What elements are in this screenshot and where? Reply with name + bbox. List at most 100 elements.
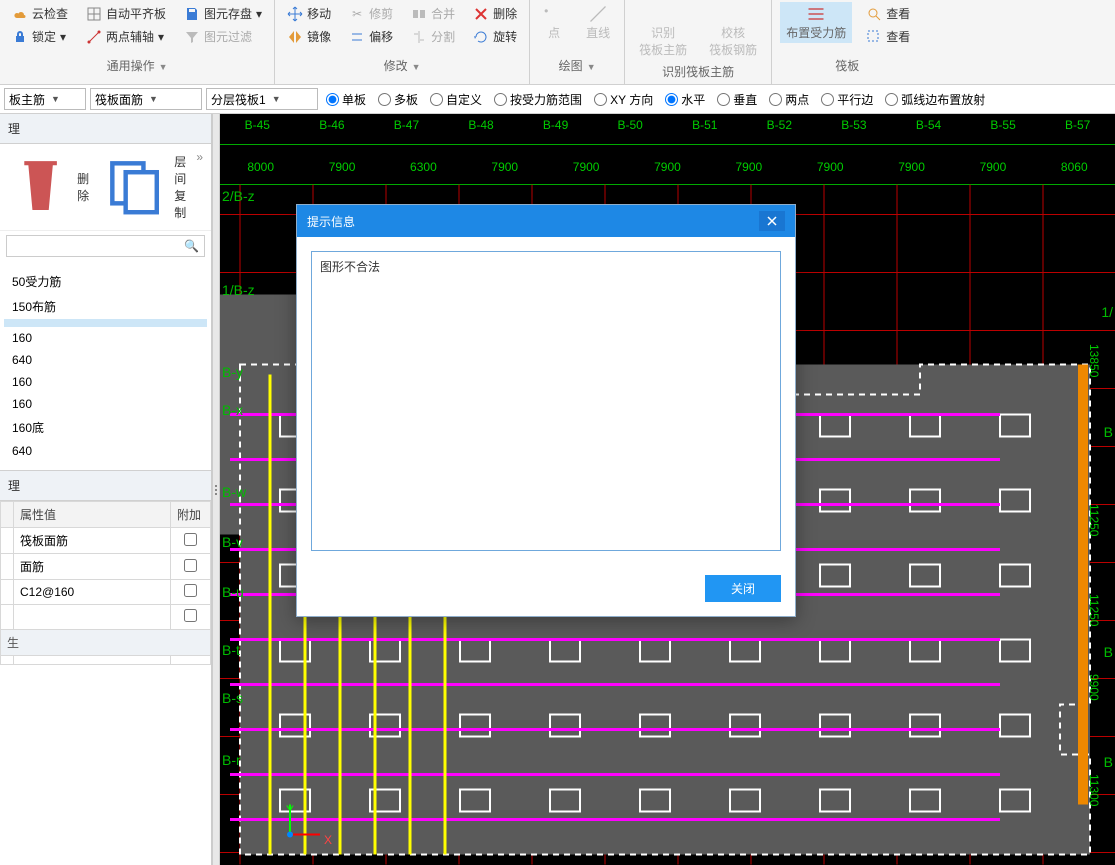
prop-row[interactable] <box>1 605 211 630</box>
grid-dim-label: 8000 <box>247 160 274 174</box>
prop-checkbox[interactable] <box>184 533 197 546</box>
radio-multi[interactable]: 多板 <box>378 91 418 108</box>
delete-button[interactable]: 删除 <box>469 2 521 25</box>
grid-dim-right: 11250 <box>1087 594 1101 626</box>
cloud-check-button[interactable]: 云检查 <box>8 2 72 25</box>
identify-button[interactable]: 识别筏板主筋 <box>633 2 693 60</box>
view2-button[interactable]: 查看 <box>862 25 914 48</box>
prop-checkbox[interactable] <box>184 609 197 622</box>
list-item[interactable]: 160 <box>4 327 207 349</box>
point-icon: • <box>544 4 564 24</box>
rotate-button[interactable]: 旋转 <box>469 25 521 48</box>
combo-1[interactable]: 板主筋▼ <box>4 88 86 110</box>
point-button[interactable]: •点 <box>538 2 570 43</box>
offset-icon <box>349 29 365 45</box>
offset-button[interactable]: 偏移 <box>345 25 397 48</box>
prop-col-value: 属性值 <box>14 502 171 528</box>
combo-2[interactable]: 筏板面筋▼ <box>90 88 202 110</box>
select-icon <box>866 29 882 45</box>
radio-parallel[interactable]: 平行边 <box>821 91 873 108</box>
trim-button[interactable]: ✂修剪 <box>345 2 397 25</box>
two-point-axis-button[interactable]: 两点辅轴▾ <box>82 25 170 48</box>
mirror-button[interactable]: 镜像 <box>283 25 335 48</box>
list-item[interactable]: 160 <box>4 393 207 415</box>
grid-dim-label: 7900 <box>573 160 600 174</box>
dialog-ok-button[interactable]: 关闭 <box>705 575 781 602</box>
prop-row[interactable]: 面筋 <box>1 554 211 580</box>
mirror-icon <box>287 29 303 45</box>
split-button[interactable]: 分割 <box>407 25 459 48</box>
check-button[interactable]: 校核筏板钢筋 <box>703 2 763 60</box>
grid-col-label: B-50 <box>618 118 643 132</box>
dialog-close-button[interactable] <box>759 211 785 231</box>
combo-3[interactable]: 分层筏板1▼ <box>206 88 318 110</box>
save-comp-button[interactable]: 图元存盘▾ <box>180 2 266 25</box>
radio-custom[interactable]: 自定义 <box>430 91 482 108</box>
radio-range[interactable]: 按受力筋范围 <box>494 91 582 108</box>
search-input[interactable] <box>6 235 205 257</box>
chevron-down-icon: ▼ <box>159 62 168 72</box>
chevron-down-icon: ▼ <box>149 94 158 104</box>
chevron-down-icon: ▼ <box>272 94 281 104</box>
panel-delete-button[interactable]: 删除 <box>8 150 89 224</box>
line-button[interactable]: 直线 <box>580 2 616 43</box>
radio-single[interactable]: 单板 <box>326 91 366 108</box>
prop-checkbox[interactable] <box>184 559 197 572</box>
radio-vert[interactable]: 垂直 <box>717 91 757 108</box>
grid-dim-label: 6300 <box>410 160 437 174</box>
radio-xy[interactable]: XY 方向 <box>594 91 653 108</box>
chevron-down-icon: ▼ <box>412 62 421 72</box>
grid-dim-label: 7900 <box>898 160 925 174</box>
chevron-down-icon: ▾ <box>158 30 164 44</box>
place-rebar-button[interactable]: 布置受力筋 <box>780 2 852 43</box>
prop-row[interactable] <box>1 656 211 665</box>
prop-col-extra: 附加 <box>171 502 211 528</box>
list-item[interactable]: 640 <box>4 349 207 371</box>
lock-button[interactable]: 锁定▾ <box>8 25 72 48</box>
dialog-body: 图形不合法 <box>297 237 795 565</box>
grid-dim-label: 7900 <box>735 160 762 174</box>
dialog-titlebar[interactable]: 提示信息 <box>297 205 795 237</box>
grid-dim-label: 7900 <box>654 160 681 174</box>
move-button[interactable]: 移动 <box>283 2 335 25</box>
list-item[interactable]: 640 <box>4 440 207 462</box>
panel-copy-button[interactable]: 层间复制 <box>99 150 186 224</box>
grid-col-label: B-55 <box>990 118 1015 132</box>
grid-col-label: B-49 <box>543 118 568 132</box>
ribbon-group-draw: •点 直线 绘图▼ <box>530 0 625 84</box>
list-item[interactable]: 160底 <box>4 415 207 440</box>
funnel-icon <box>184 29 200 45</box>
radio-2pt[interactable]: 两点 <box>769 91 809 108</box>
identify-icon <box>653 4 673 24</box>
radio-horiz[interactable]: 水平 <box>665 91 705 108</box>
radio-arc[interactable]: 弧线边布置放射 <box>885 91 985 108</box>
prop-group-row[interactable]: 生 <box>1 630 211 656</box>
vertical-splitter[interactable] <box>212 114 220 865</box>
dialog-footer: 关闭 <box>297 565 795 616</box>
prop-checkbox[interactable] <box>184 584 197 597</box>
panel-toolbar: 删除 层间复制 » <box>0 144 211 231</box>
dialog-title: 提示信息 <box>307 213 355 230</box>
grid-col-label: B-57 <box>1065 118 1090 132</box>
axis-y-label: Y <box>286 803 294 817</box>
search-icon <box>866 6 882 22</box>
list-item[interactable]: 150布筋 <box>4 294 207 319</box>
copy-icon <box>99 150 170 224</box>
grid-dim-label: 7900 <box>817 160 844 174</box>
grid-dim-label: 7900 <box>491 160 518 174</box>
filter-button[interactable]: 图元过滤 <box>180 25 266 48</box>
list-item[interactable] <box>4 319 207 327</box>
view-button[interactable]: 查看 <box>862 2 914 25</box>
prop-row[interactable]: 筏板面筋 <box>1 528 211 554</box>
property-panel: 理 属性值附加 筏板面筋 面筋 C12@160 生 <box>0 470 211 665</box>
grid-row-label-right: B <box>1104 424 1113 440</box>
grid-dim-label: 8060 <box>1061 160 1088 174</box>
grid-col-label: B-47 <box>394 118 419 132</box>
panel-menu-button[interactable]: » <box>196 150 203 224</box>
prop-row[interactable]: C12@160 <box>1 580 211 605</box>
list-item[interactable]: 160 <box>4 371 207 393</box>
list-item[interactable]: 50受力筋 <box>4 269 207 294</box>
chevron-down-icon: ▼ <box>51 94 60 104</box>
auto-flat-button[interactable]: 自动平齐板 <box>82 2 170 25</box>
merge-button[interactable]: 合并 <box>407 2 459 25</box>
